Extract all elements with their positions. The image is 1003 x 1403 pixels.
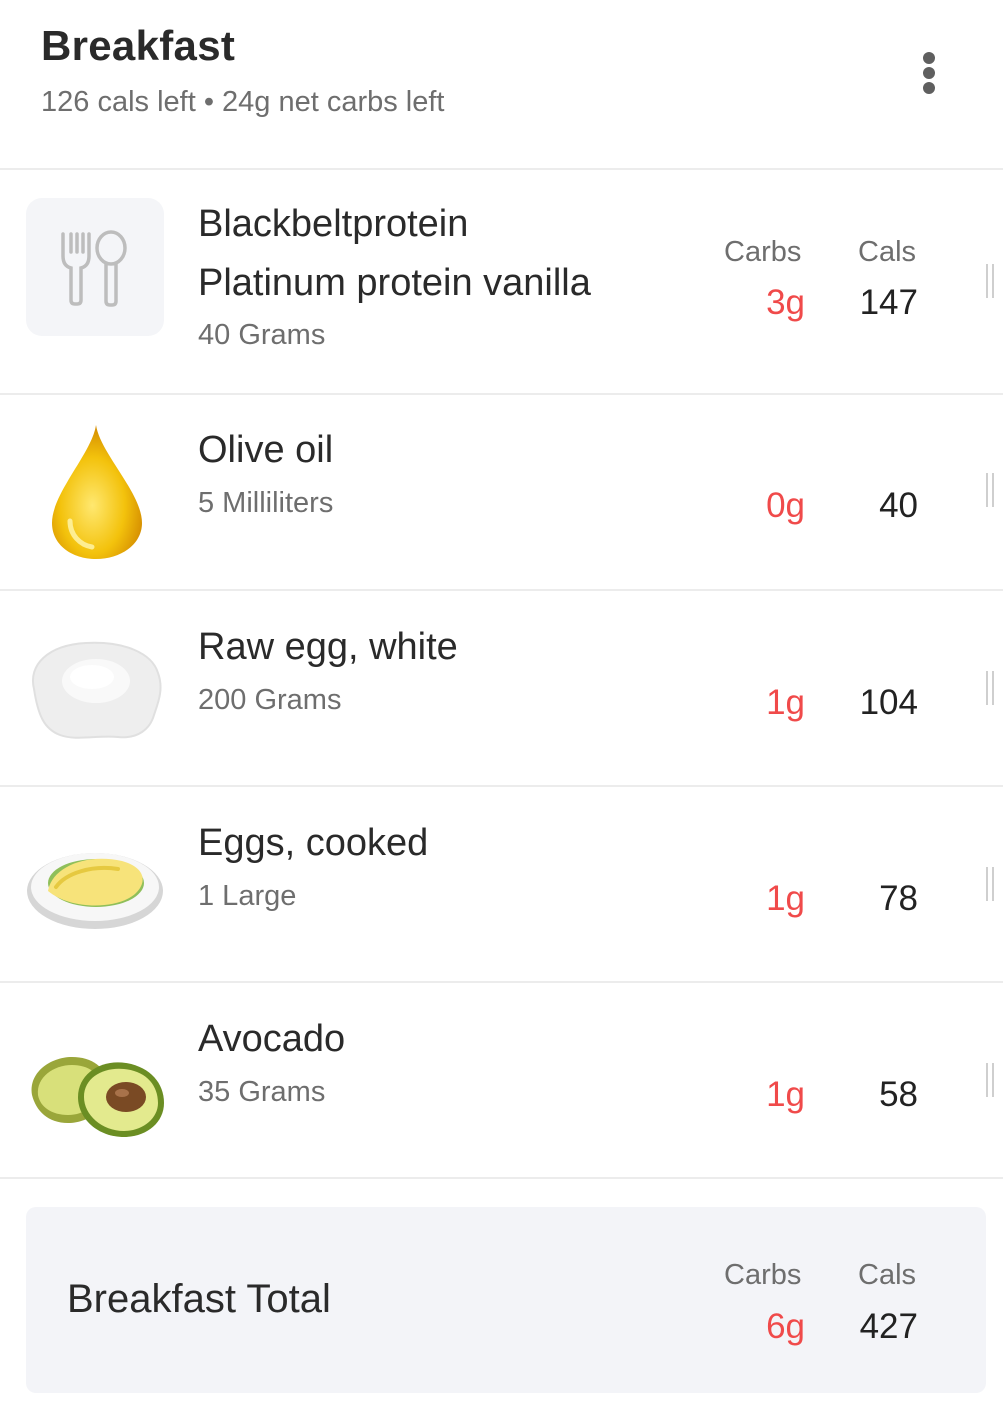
- food-item-row[interactable]: Olive oil 5 Milliliters 0g 40: [0, 395, 1003, 591]
- cooked-egg-plate-icon: [26, 815, 164, 953]
- food-quantity: 5 Milliliters: [198, 487, 334, 519]
- food-name-continued: Platinum protein vanilla: [198, 262, 591, 304]
- meal-title: Breakfast: [41, 22, 236, 69]
- meal-header: Breakfast 126 cals left • 24g net carbs …: [0, 0, 1003, 170]
- carbs-column-label: Carbs: [724, 236, 802, 268]
- food-name: Blackbeltprotein: [198, 203, 469, 245]
- food-name: Eggs, cooked: [198, 822, 429, 864]
- food-cals: 104: [859, 683, 918, 722]
- drag-handle-icon[interactable]: [986, 473, 996, 507]
- cals-column-label: Cals: [858, 236, 917, 268]
- food-item-row[interactable]: Eggs, cooked 1 Large 1g 78: [0, 787, 1003, 983]
- food-quantity: 200 Grams: [198, 684, 342, 716]
- food-name: Avocado: [198, 1018, 346, 1060]
- drag-handle-icon[interactable]: [986, 671, 996, 705]
- carbs-column-label: Carbs: [724, 1259, 802, 1291]
- egg-white-icon: [26, 619, 164, 757]
- fork-spoon-icon: [26, 198, 164, 336]
- more-vertical-icon[interactable]: [912, 48, 948, 98]
- meal-total-card: Breakfast Total Carbs Cals 6g 427: [26, 1207, 986, 1393]
- food-quantity: 40 Grams: [198, 319, 326, 351]
- food-name: Olive oil: [198, 429, 334, 471]
- food-item-row[interactable]: Avocado 35 Grams 1g 58: [0, 983, 1003, 1179]
- food-quantity: 35 Grams: [198, 1076, 326, 1108]
- food-name: Raw egg, white: [198, 626, 458, 668]
- meal-remaining-summary: 126 cals left • 24g net carbs left: [41, 86, 445, 118]
- food-item-row[interactable]: Blackbeltprotein Platinum protein vanill…: [0, 168, 1003, 395]
- cals-column-label: Cals: [858, 1259, 917, 1291]
- food-cals: 40: [879, 486, 918, 525]
- drag-handle-icon[interactable]: [986, 264, 996, 298]
- meal-total-label: Breakfast Total: [67, 1277, 331, 1321]
- avocado-icon: [26, 1011, 164, 1149]
- food-cals: 78: [879, 879, 918, 918]
- food-cals: 58: [879, 1075, 918, 1114]
- total-cals: 427: [859, 1307, 918, 1346]
- food-cals: 147: [859, 283, 918, 322]
- food-item-row[interactable]: Raw egg, white 200 Grams 1g 104: [0, 591, 1003, 787]
- food-quantity: 1 Large: [198, 880, 297, 912]
- drag-handle-icon[interactable]: [986, 867, 996, 901]
- drag-handle-icon[interactable]: [986, 1063, 996, 1097]
- oil-drop-icon: [26, 423, 164, 561]
